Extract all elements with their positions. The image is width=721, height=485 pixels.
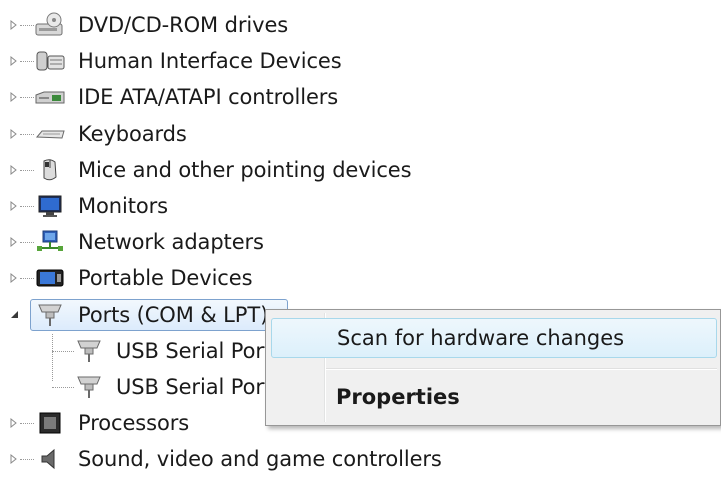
properties-menu-item[interactable]: Properties: [271, 377, 717, 417]
tree-item-monitors[interactable]: Monitors: [0, 188, 721, 224]
expand-arrow-icon[interactable]: [9, 452, 19, 466]
dvd-drive-icon: [33, 11, 67, 39]
tree-item-label: USB Serial Port: [116, 374, 273, 399]
tree-item-label: Human Interface Devices: [78, 49, 342, 74]
tree-item-network-adapters[interactable]: Network adapters: [0, 224, 721, 260]
ide-controller-icon: [33, 83, 67, 111]
tree-item-mice[interactable]: Mice and other pointing devices: [0, 152, 721, 188]
menu-separator: [326, 368, 717, 370]
tree-item-label: Sound, video and game controllers: [78, 447, 442, 472]
expand-arrow-icon[interactable]: [9, 235, 19, 249]
menu-item-label: Scan for hardware changes: [337, 326, 625, 350]
collapse-arrow-icon[interactable]: [9, 308, 19, 322]
processor-icon: [33, 409, 67, 437]
expand-arrow-icon[interactable]: [9, 90, 19, 104]
tree-item-label: Network adapters: [78, 230, 264, 255]
expand-arrow-icon[interactable]: [9, 271, 19, 285]
tree-item-dvd-drives[interactable]: DVD/CD-ROM drives: [0, 7, 721, 43]
tree-item-portable-devices[interactable]: Portable Devices: [0, 260, 721, 296]
tree-item-label: Ports (COM & LPT): [78, 302, 269, 327]
tree-item-label: Processors: [78, 411, 190, 436]
port-icon: [33, 301, 67, 329]
monitor-icon: [33, 192, 67, 220]
tree-item-label: Mice and other pointing devices: [78, 157, 412, 182]
scan-hardware-changes-menu-item[interactable]: Scan for hardware changes: [271, 318, 717, 358]
network-adapter-icon: [33, 228, 67, 256]
tree-item-label: Portable Devices: [78, 266, 253, 291]
expand-arrow-icon[interactable]: [9, 199, 19, 213]
expand-arrow-icon[interactable]: [9, 127, 19, 141]
portable-device-icon: [33, 264, 67, 292]
expand-arrow-icon[interactable]: [9, 416, 19, 430]
expand-arrow-icon[interactable]: [9, 163, 19, 177]
port-icon: [72, 337, 106, 365]
port-icon: [72, 373, 106, 401]
hid-icon: [33, 47, 67, 75]
tree-item-label: DVD/CD-ROM drives: [78, 13, 289, 38]
mouse-icon: [33, 156, 67, 184]
tree-item-sound-controllers[interactable]: Sound, video and game controllers: [0, 441, 721, 477]
expand-arrow-icon[interactable]: [9, 18, 19, 32]
context-menu: Scan for hardware changes Properties: [265, 309, 721, 426]
tree-item-label: Monitors: [78, 194, 168, 219]
tree-item-label: IDE ATA/ATAPI controllers: [78, 85, 339, 110]
keyboard-icon: [33, 120, 67, 148]
tree-item-keyboards[interactable]: Keyboards: [0, 116, 721, 152]
menu-item-label: Properties: [336, 385, 460, 409]
sound-icon: [33, 445, 67, 473]
tree-item-label: Keyboards: [78, 121, 187, 146]
expand-arrow-icon[interactable]: [9, 54, 19, 68]
tree-item-label: USB Serial Port: [116, 338, 273, 363]
tree-item-hid[interactable]: Human Interface Devices: [0, 43, 721, 79]
tree-item-ide-controllers[interactable]: IDE ATA/ATAPI controllers: [0, 79, 721, 115]
tree-connector-line: [52, 334, 53, 381]
